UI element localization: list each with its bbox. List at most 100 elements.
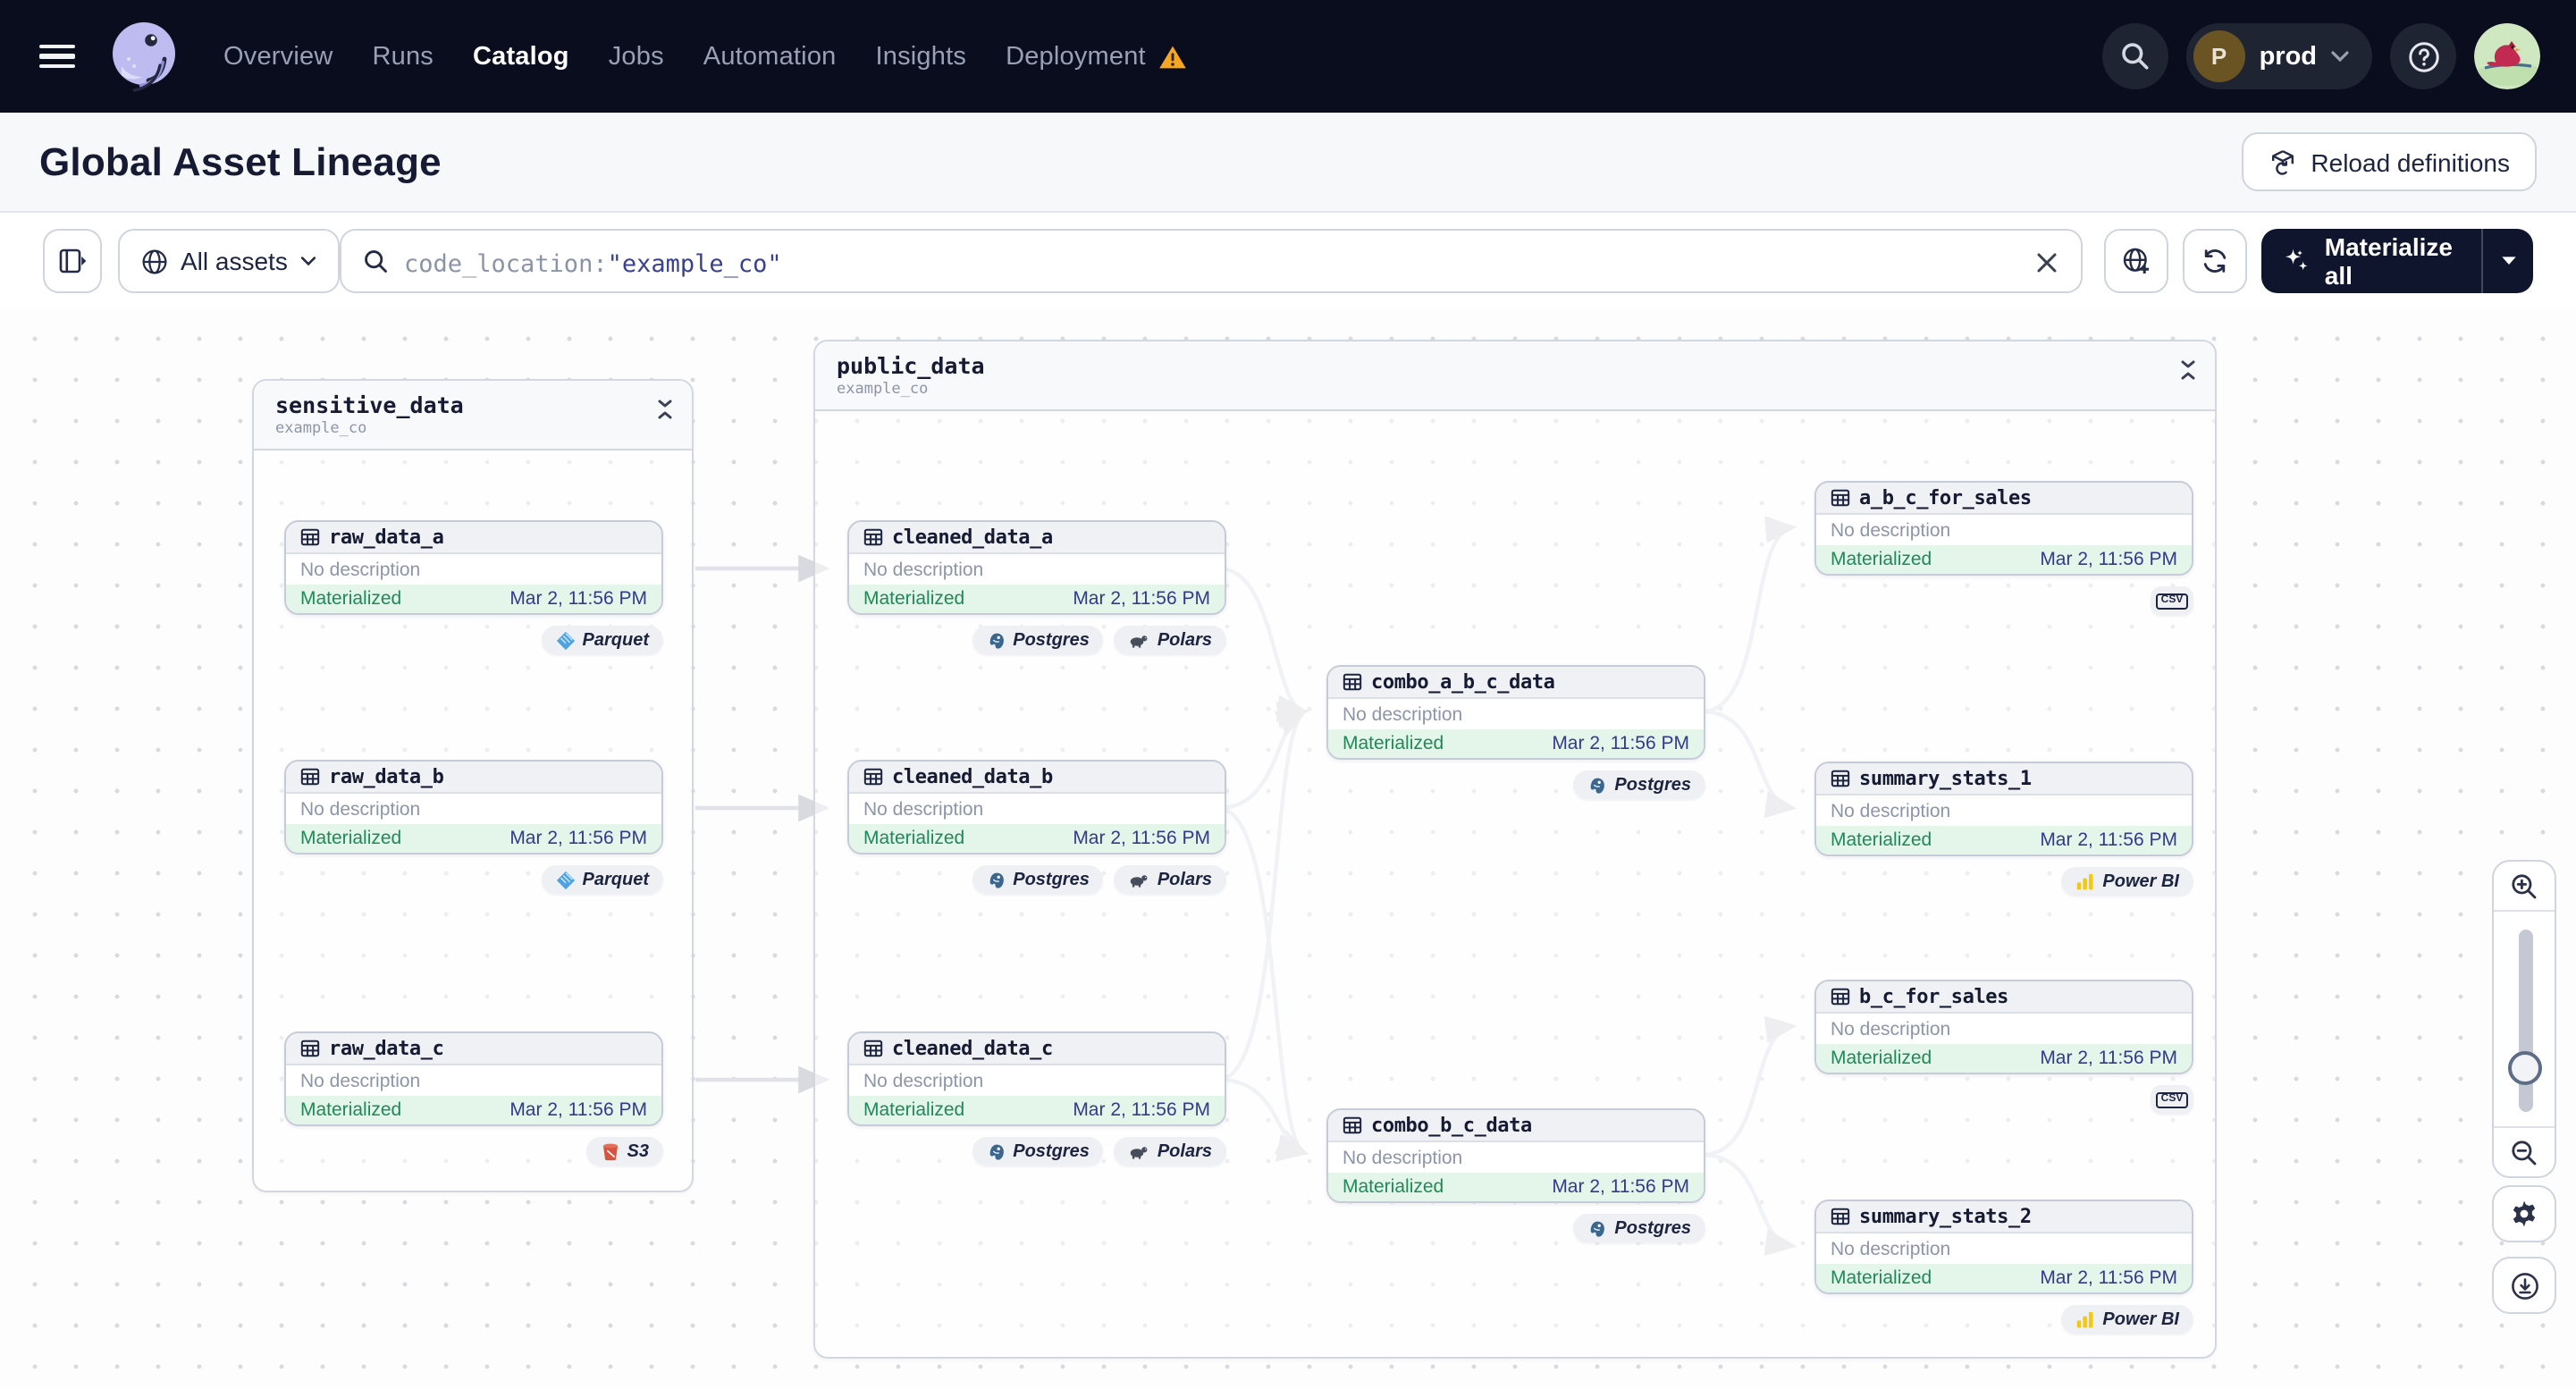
asset-node-combo-a-b-c-data[interactable]: combo_a_b_c_data No description Material… <box>1326 665 1705 760</box>
zoom-out-icon <box>2512 1140 2537 1165</box>
clear-search-button[interactable] <box>2027 243 2067 282</box>
tag-power-bi[interactable]: Power BI <box>2061 867 2193 896</box>
status-badge: Materialized <box>300 588 402 610</box>
materialize-options-caret[interactable] <box>2481 229 2533 293</box>
filter-to-group-button[interactable] <box>2104 229 2168 293</box>
nav-runs[interactable]: Runs <box>372 42 434 71</box>
environment-avatar: P <box>2193 30 2245 82</box>
search-query-value: "example_co" <box>607 249 782 278</box>
app-window: Overview Runs Catalog Jobs Automation In… <box>0 0 2576 1389</box>
zoom-slider[interactable] <box>2494 910 2555 1128</box>
lineage-canvas[interactable]: sensitive_data example_co public_data ex… <box>0 307 2576 1389</box>
dagster-logo[interactable] <box>104 16 184 97</box>
asset-name: raw_data_c <box>329 1037 444 1060</box>
asset-node-cleaned-data-b[interactable]: cleaned_data_b No description Materializ… <box>847 760 1226 854</box>
nav-insights[interactable]: Insights <box>876 42 967 71</box>
tag-power-bi[interactable]: Power BI <box>2061 1305 2193 1334</box>
reload-cube-icon <box>2271 149 2294 174</box>
asset-search-input[interactable]: code_location:"example_co" <box>340 229 2083 293</box>
nav-right-cluster: P prod <box>2101 23 2540 89</box>
status-badge: Materialized <box>300 828 402 849</box>
polars-icon <box>1131 875 1149 888</box>
asset-node-summary-stats-2[interactable]: summary_stats_2 No description Materiali… <box>1814 1200 2193 1294</box>
csv-badge[interactable]: csv <box>2151 586 2193 615</box>
tag-polars[interactable]: Polars <box>1114 1137 1226 1166</box>
graph-settings-button[interactable] <box>2492 1185 2556 1242</box>
tag-parquet[interactable]: Parquet <box>541 626 663 654</box>
chevron-down-icon <box>300 257 316 266</box>
status-badge: Materialized <box>1831 549 1932 570</box>
zoom-control-panel <box>2492 860 2556 1178</box>
tag-s3[interactable]: S3 <box>585 1137 663 1166</box>
group-collapse-toggle[interactable] <box>656 397 674 429</box>
nav-deployment[interactable]: Deployment <box>1006 42 1146 71</box>
nav-jobs[interactable]: Jobs <box>609 42 664 71</box>
refresh-icon <box>2203 249 2227 273</box>
tag-postgres[interactable]: Postgres <box>1573 1214 1705 1242</box>
table-icon <box>863 528 883 546</box>
environment-switcher[interactable]: P prod <box>2185 23 2372 89</box>
global-search-button[interactable] <box>2101 23 2168 89</box>
asset-scope-dropdown[interactable]: All assets <box>118 229 340 293</box>
zoom-in-button[interactable] <box>2494 862 2555 910</box>
table-icon <box>1343 1116 1362 1134</box>
tag-postgres[interactable]: Postgres <box>972 626 1104 654</box>
asset-description: No description <box>1816 796 2192 826</box>
nav-catalog[interactable]: Catalog <box>473 42 569 71</box>
download-image-button[interactable] <box>2492 1257 2556 1314</box>
group-code-location: example_co <box>837 380 929 399</box>
materialize-all-label: Materialize all <box>2324 232 2453 290</box>
materialized-timestamp: Mar 2, 11:56 PM <box>2040 549 2177 570</box>
tag-postgres[interactable]: Postgres <box>972 1137 1104 1166</box>
status-badge: Materialized <box>863 828 965 849</box>
asset-node-cleaned-data-c[interactable]: cleaned_data_c No description Materializ… <box>847 1031 1226 1126</box>
tag-postgres[interactable]: Postgres <box>1573 770 1705 799</box>
tag-parquet[interactable]: Parquet <box>541 865 663 894</box>
zoom-out-button[interactable] <box>2494 1128 2555 1176</box>
materialize-all-split-button: Materialize all <box>2261 229 2533 293</box>
tag-postgres[interactable]: Postgres <box>972 865 1104 894</box>
asset-node-cleaned-data-a[interactable]: cleaned_data_a No description Materializ… <box>847 520 1226 615</box>
asset-description: No description <box>286 794 661 824</box>
group-collapse-toggle[interactable] <box>2179 358 2197 390</box>
power-bi-icon <box>2077 872 2093 889</box>
asset-description: No description <box>1816 1014 2192 1044</box>
collapse-icon <box>2181 360 2195 380</box>
asset-name: cleaned_data_a <box>892 526 1053 549</box>
asset-node-b-c-for-sales[interactable]: b_c_for_sales No description Materialize… <box>1814 980 2193 1074</box>
materialized-timestamp: Mar 2, 11:56 PM <box>509 588 647 610</box>
asset-node-summary-stats-1[interactable]: summary_stats_1 No description Materiali… <box>1814 762 2193 856</box>
asset-description: No description <box>849 554 1225 585</box>
asset-description: No description <box>1816 1233 2192 1264</box>
status-badge: Materialized <box>1831 829 1932 851</box>
asset-description: No description <box>849 1065 1225 1096</box>
csv-badge[interactable]: csv <box>2151 1085 2193 1114</box>
postgres-icon <box>989 871 1004 888</box>
asset-node-raw-data-c[interactable]: raw_data_c No description Materialized Ma… <box>284 1031 663 1126</box>
tag-polars[interactable]: Polars <box>1114 626 1226 654</box>
group-title: public_data <box>837 352 985 379</box>
asset-node-a-b-c-for-sales[interactable]: a_b_c_for_sales No description Materiali… <box>1814 481 2193 576</box>
nav-overview[interactable]: Overview <box>223 42 333 71</box>
download-icon <box>2511 1272 2538 1299</box>
status-badge: Materialized <box>863 588 965 610</box>
hamburger-menu-icon[interactable] <box>39 44 75 69</box>
zoom-slider-thumb[interactable] <box>2508 1051 2542 1085</box>
materialize-all-button[interactable]: Materialize all <box>2261 232 2481 290</box>
asset-node-combo-b-c-data[interactable]: combo_b_c_data No description Materializ… <box>1326 1108 1705 1203</box>
reload-definitions-button[interactable]: Reload definitions <box>2241 132 2537 191</box>
gear-icon <box>2513 1200 2536 1227</box>
user-avatar[interactable] <box>2474 23 2540 89</box>
search-icon <box>365 249 387 272</box>
avatar-bird-image <box>2474 23 2540 89</box>
panel-toggle-button[interactable] <box>43 229 102 293</box>
status-badge: Materialized <box>1343 733 1444 754</box>
nav-automation[interactable]: Automation <box>703 42 837 71</box>
asset-node-raw-data-a[interactable]: raw_data_a No description Materialized Ma… <box>284 520 663 615</box>
asset-node-raw-data-b[interactable]: raw_data_b No description Materialized Ma… <box>284 760 663 854</box>
table-icon <box>300 1040 320 1057</box>
refresh-button[interactable] <box>2183 229 2247 293</box>
warning-icon <box>1159 45 1186 68</box>
tag-polars[interactable]: Polars <box>1114 865 1226 894</box>
help-button[interactable] <box>2390 23 2456 89</box>
